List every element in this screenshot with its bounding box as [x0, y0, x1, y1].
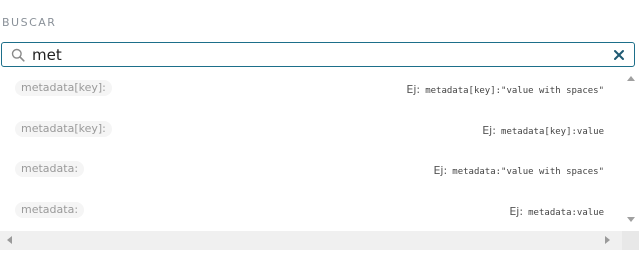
example-code: metadata:value	[528, 208, 604, 218]
search-box[interactable]	[1, 42, 635, 67]
scroll-left-icon[interactable]	[7, 236, 12, 244]
scroll-up-icon[interactable]	[627, 76, 635, 81]
suggestion-chip: metadata:	[15, 202, 85, 218]
search-label: BUSCAR	[2, 16, 57, 29]
example-label: Ej:	[482, 124, 496, 137]
scroll-right-icon[interactable]	[605, 236, 610, 244]
suggestion-example: Ej: metadata[key]:value	[482, 121, 604, 137]
suggestion-example: Ej: metadata:value	[509, 202, 604, 218]
suggestion-example: Ej: metadata:"value with spaces"	[433, 161, 604, 177]
suggestion-chip: metadata[key]:	[15, 80, 112, 96]
example-code: metadata[key]:value	[501, 127, 604, 137]
suggestion-chip: metadata[key]:	[15, 121, 112, 137]
example-label: Ej:	[406, 83, 421, 96]
suggestion-item[interactable]: metadata[key]: Ej: metadata[key]:value	[0, 109, 622, 149]
example-label: Ej:	[509, 205, 524, 218]
suggestion-item[interactable]: metadata[key]: Ej: metadata[key]:"value …	[0, 68, 622, 108]
vertical-scrollbar[interactable]	[622, 68, 639, 230]
suggestions-dropdown: metadata[key]: Ej: metadata[key]:"value …	[0, 68, 639, 251]
suggestion-chip: metadata:	[15, 161, 85, 177]
example-label: Ej:	[433, 164, 448, 177]
example-code: metadata[key]:"value with spaces"	[425, 86, 604, 96]
horizontal-scrollbar[interactable]	[0, 231, 622, 250]
search-input[interactable]	[32, 45, 592, 64]
close-icon[interactable]	[613, 49, 625, 61]
suggestions-list: metadata[key]: Ej: metadata[key]:"value …	[0, 68, 622, 230]
search-icon	[11, 48, 25, 62]
scrollbar-corner	[622, 231, 639, 250]
example-code: metadata:"value with spaces"	[452, 167, 604, 177]
suggestion-item[interactable]: metadata: Ej: metadata:"value with space…	[0, 149, 622, 189]
suggestion-example: Ej: metadata[key]:"value with spaces"	[406, 80, 604, 96]
suggestion-item[interactable]: metadata: Ej: metadata:value	[0, 190, 622, 230]
scroll-down-icon[interactable]	[627, 217, 635, 222]
